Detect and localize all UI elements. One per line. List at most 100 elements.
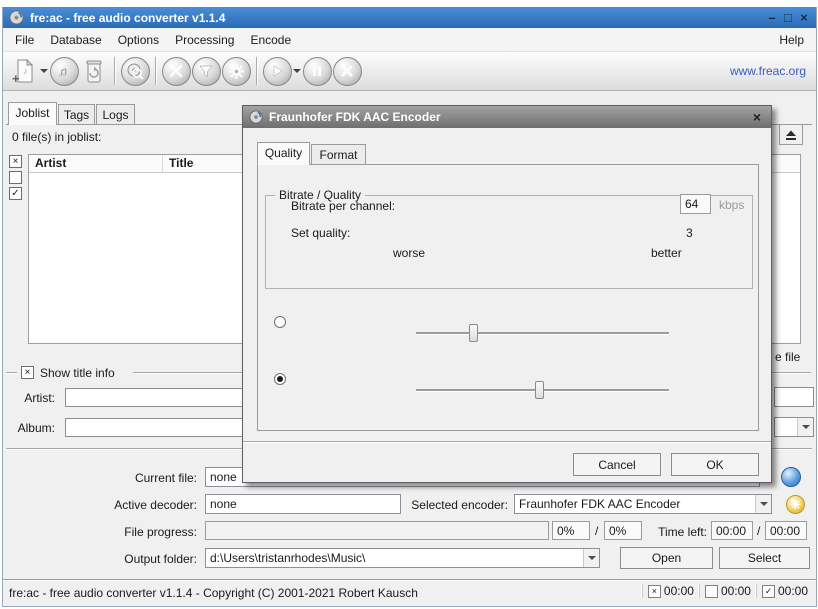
- cd-search-icon: [126, 62, 144, 80]
- timer-value: 00:00: [664, 584, 694, 598]
- progress-percent-file: 0%: [552, 521, 590, 540]
- toolbar-separator: [256, 57, 257, 85]
- funnel-icon: [198, 63, 214, 79]
- open-folder-button[interactable]: Open: [620, 547, 713, 569]
- window-title: fre:ac - free audio converter v1.1.4: [30, 11, 225, 25]
- slider-thumb[interactable]: [469, 324, 478, 342]
- chevron-down-icon: [588, 556, 596, 564]
- bitrate-slider[interactable]: [416, 324, 669, 342]
- clear-joblist-button[interactable]: [79, 55, 109, 87]
- time-left-file: 00:00: [711, 521, 753, 540]
- joblist-count: 0 file(s) in joblist:: [12, 130, 101, 144]
- timer-value: 00:00: [778, 584, 808, 598]
- add-files-dropdown-caret[interactable]: [39, 57, 49, 85]
- time-left-label: Time left:: [643, 525, 707, 539]
- timer-value: 00:00: [721, 584, 751, 598]
- menu-encode[interactable]: Encode: [242, 30, 299, 50]
- select-none-button[interactable]: [9, 171, 22, 184]
- genre-combo-fragment[interactable]: [774, 417, 814, 437]
- wrench-icon: [168, 63, 184, 79]
- add-audio-cd-button[interactable]: ♫: [49, 55, 79, 87]
- menubar: File Database Options Processing Encode …: [3, 28, 816, 52]
- timer-remaining: 00:00: [699, 584, 756, 598]
- truncated-label-e-file: e file: [775, 350, 800, 364]
- show-title-info-label[interactable]: Show title info: [40, 366, 115, 380]
- select-all-button[interactable]: ×: [9, 155, 22, 168]
- minimize-button[interactable]: –: [766, 9, 778, 27]
- signal-processing-button[interactable]: [191, 55, 221, 87]
- toggle-selection-button[interactable]: ✓: [9, 187, 22, 200]
- dialog-close-button[interactable]: ×: [749, 109, 765, 125]
- set-quality-label[interactable]: Set quality:: [291, 226, 350, 240]
- maximize-button[interactable]: □: [782, 9, 794, 27]
- eject-icon: [784, 129, 798, 141]
- encoder-settings-gear-icon[interactable]: [786, 495, 805, 514]
- add-files-button[interactable]: ♪ +: [9, 55, 39, 87]
- menu-database[interactable]: Database: [42, 30, 109, 50]
- time-left-total: 00:00: [765, 521, 807, 540]
- tab-joblist[interactable]: Joblist: [8, 102, 57, 125]
- show-title-info-checkbox[interactable]: ×: [21, 366, 34, 379]
- selected-encoder-label: Selected encoder:: [303, 498, 508, 512]
- start-encoding-dropdown-caret[interactable]: [292, 57, 302, 85]
- close-button[interactable]: ×: [798, 9, 810, 27]
- eject-cd-button[interactable]: [779, 124, 803, 145]
- pause-encoding-button[interactable]: [302, 55, 332, 87]
- general-settings-button[interactable]: [161, 55, 191, 87]
- current-file-label: Current file:: [3, 471, 197, 485]
- tab-tags[interactable]: Tags: [58, 104, 95, 125]
- timer-playback: × 00:00: [642, 584, 699, 598]
- scale-better-label: better: [651, 246, 682, 260]
- timer-total: ✓ 00:00: [756, 584, 813, 598]
- cddb-query-button[interactable]: [120, 55, 150, 87]
- output-folder-combo[interactable]: d:\Users\tristanrhodes\Music\: [205, 548, 600, 568]
- slider-thumb[interactable]: [535, 381, 544, 399]
- start-encoding-button[interactable]: [262, 55, 292, 87]
- dialog-title: Fraunhofer FDK AAC Encoder: [269, 110, 441, 124]
- gear-glyph: [790, 499, 801, 510]
- svg-text:♫: ♫: [58, 64, 68, 79]
- configure-encoder-button[interactable]: [221, 55, 251, 87]
- combo-arrow-button[interactable]: [797, 418, 813, 436]
- bitrate-radio[interactable]: [274, 316, 286, 328]
- info-sphere-icon[interactable]: [781, 467, 801, 487]
- title-field-fragment[interactable]: [774, 387, 814, 407]
- menu-help[interactable]: Help: [771, 30, 812, 50]
- dialog-tab-quality[interactable]: Quality: [257, 142, 310, 165]
- stop-encoding-button[interactable]: [332, 55, 362, 87]
- bitrate-unit: kbps: [719, 198, 744, 212]
- combo-arrow-button[interactable]: [583, 549, 599, 567]
- checked-box-icon: ✓: [762, 585, 775, 598]
- dialog-tab-format[interactable]: Format: [311, 144, 366, 165]
- empty-box-icon: [705, 585, 718, 598]
- cancel-button[interactable]: Cancel: [573, 453, 661, 476]
- menu-file[interactable]: File: [7, 30, 42, 50]
- dialog-footer-separator: [243, 441, 771, 442]
- quality-slider[interactable]: [416, 381, 669, 399]
- column-header-artist[interactable]: Artist: [29, 155, 163, 172]
- selected-encoder-combo[interactable]: Fraunhofer FDK AAC Encoder: [514, 494, 772, 514]
- document-plus-icon: ♪ +: [11, 58, 37, 84]
- statusbar: fre:ac - free audio converter v1.1.4 - C…: [3, 579, 816, 606]
- music-note-icon: ♫: [56, 63, 72, 79]
- separator-dash: [6, 372, 17, 373]
- freac-logo-icon: [249, 110, 263, 124]
- progress-slash: /: [595, 524, 598, 538]
- select-folder-button[interactable]: Select: [719, 547, 810, 569]
- statusbar-timers: × 00:00 00:00 ✓ 00:00: [642, 584, 813, 598]
- slider-track: [416, 332, 669, 334]
- combo-arrow-button[interactable]: [755, 495, 771, 513]
- ok-button[interactable]: OK: [671, 453, 759, 476]
- set-quality-radio[interactable]: [274, 373, 286, 385]
- artist-label: Artist:: [3, 391, 55, 405]
- menu-options[interactable]: Options: [110, 30, 167, 50]
- toolbar-separator: [114, 57, 115, 85]
- bitrate-label[interactable]: Bitrate per channel:: [291, 199, 395, 213]
- menu-processing[interactable]: Processing: [167, 30, 242, 50]
- quality-value: 3: [686, 226, 693, 240]
- output-folder-value: d:\Users\tristanrhodes\Music\: [206, 551, 583, 565]
- tab-logs[interactable]: Logs: [96, 104, 135, 125]
- svg-text:+: +: [12, 71, 20, 84]
- scale-worse-label: worse: [393, 246, 425, 260]
- website-link[interactable]: www.freac.org: [730, 64, 810, 78]
